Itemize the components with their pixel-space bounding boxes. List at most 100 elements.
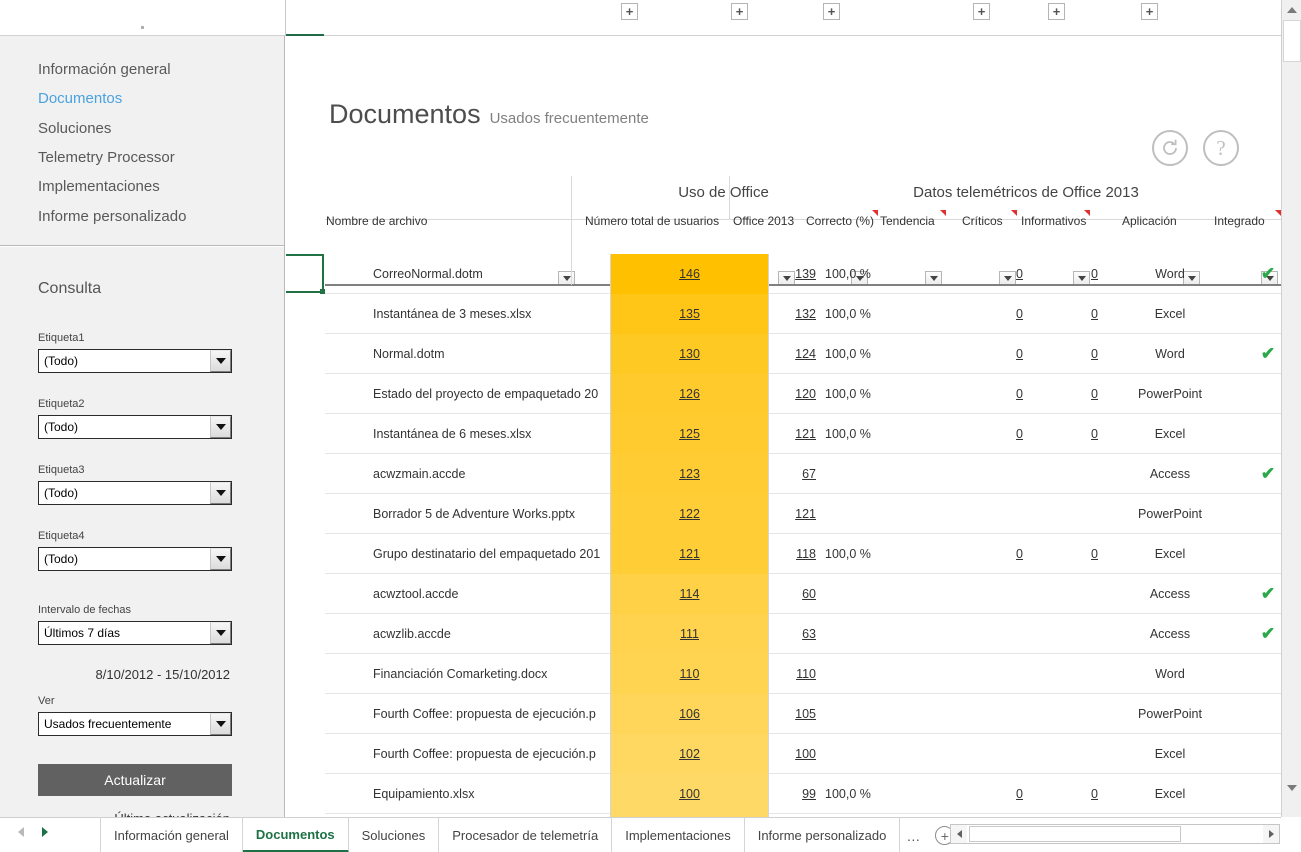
cell-office-2013[interactable]: 118 xyxy=(768,547,816,561)
sheet-prev-arrow-icon[interactable] xyxy=(18,827,24,837)
table-row[interactable]: Instantánea de 6 meses.xlsx 125 121 100,0 %… xyxy=(325,414,1281,454)
chevron-down-icon[interactable] xyxy=(210,548,231,570)
table-row[interactable]: acwztool.accde 114 60 Access ✔ xyxy=(325,574,1281,614)
select-etiqueta1[interactable]: (Todo) xyxy=(38,349,232,373)
table-row[interactable]: Fourth Coffee: propuesta de ejecución.p 1… xyxy=(325,694,1281,734)
cell-total-users[interactable]: 102 xyxy=(611,734,768,774)
cell-total-users[interactable]: 125 xyxy=(611,414,768,454)
outline-expand-button-3[interactable]: + xyxy=(823,3,840,20)
collapse-dot[interactable] xyxy=(141,26,144,29)
col-header-numero-total-de-usuarios[interactable]: Número total de usuarios xyxy=(585,214,719,228)
cell-office-2013[interactable]: 132 xyxy=(768,307,816,321)
col-header-criticos[interactable]: Críticos xyxy=(962,214,1003,228)
help-icon[interactable]: ? xyxy=(1203,130,1239,166)
select-etiqueta2[interactable]: (Todo) xyxy=(38,415,232,439)
cell-total-users[interactable]: 114 xyxy=(611,574,768,614)
horizontal-scroll-thumb[interactable] xyxy=(969,826,1181,842)
cell-informativos[interactable]: 0 xyxy=(1040,347,1098,361)
cell-office-2013[interactable]: 99 xyxy=(768,787,816,801)
scroll-down-button[interactable] xyxy=(1283,779,1301,797)
chevron-down-icon[interactable] xyxy=(210,622,231,644)
cell-informativos[interactable]: 0 xyxy=(1040,427,1098,441)
col-header-integrado[interactable]: Integrado xyxy=(1214,214,1265,228)
table-row[interactable]: Instantánea de 3 meses.xlsx 135 132 100,0 %… xyxy=(325,294,1281,334)
cell-informativos[interactable]: 0 xyxy=(1040,267,1098,281)
select-intervalo-de-fechas[interactable]: Últimos 7 días xyxy=(38,621,232,645)
cell-office-2013[interactable]: 121 xyxy=(768,427,816,441)
cell-office-2013[interactable]: 121 xyxy=(768,507,816,521)
cell-total-users[interactable]: 130 xyxy=(611,334,768,374)
col-header-informativos[interactable]: Informativos xyxy=(1021,214,1086,228)
col-header-aplicacion[interactable]: Aplicación xyxy=(1122,214,1177,228)
select-etiqueta4[interactable]: (Todo) xyxy=(38,547,232,571)
chevron-down-icon[interactable] xyxy=(210,416,231,438)
cell-total-users[interactable]: 146 xyxy=(611,254,768,294)
cell-office-2013[interactable]: 120 xyxy=(768,387,816,401)
cell-office-2013[interactable]: 139 xyxy=(768,267,816,281)
outline-expand-button-5[interactable]: + xyxy=(1048,3,1065,20)
actualizar-button[interactable]: Actualizar xyxy=(38,764,232,796)
table-row[interactable]: Equipamiento.xlsx 100 99 100,0 % 0 0 Excel xyxy=(325,774,1281,814)
vertical-scroll-thumb[interactable] xyxy=(1283,20,1301,62)
select-etiqueta3[interactable]: (Todo) xyxy=(38,481,232,505)
cell-office-2013[interactable]: 67 xyxy=(768,467,816,481)
col-header-tendencia[interactable]: Tendencia xyxy=(880,214,935,228)
table-row[interactable]: acwzlib.accde 111 63 Access ✔ xyxy=(325,614,1281,654)
cell-office-2013[interactable]: 63 xyxy=(768,627,816,641)
cell-criticos[interactable]: 0 xyxy=(965,427,1023,441)
cell-office-2013[interactable]: 124 xyxy=(768,347,816,361)
cell-informativos[interactable]: 0 xyxy=(1040,547,1098,561)
cell-total-users[interactable]: 110 xyxy=(611,654,768,694)
hscroll-right-button[interactable] xyxy=(1263,825,1279,843)
nav-item-documentos[interactable]: Documentos xyxy=(38,90,122,107)
cell-total-users[interactable]: 122 xyxy=(611,494,768,534)
sheet-tab-soluciones[interactable]: Soluciones xyxy=(349,818,440,852)
cell-criticos[interactable]: 0 xyxy=(965,387,1023,401)
hscroll-left-button[interactable] xyxy=(951,825,967,843)
table-row[interactable]: Borrador 5 de Adventure Works.pptx 122 121… xyxy=(325,494,1281,534)
sheet-tab-implementaciones[interactable]: Implementaciones xyxy=(612,818,745,852)
sheet-tabs-overflow-ellipsis[interactable]: … xyxy=(900,828,927,844)
cell-informativos[interactable]: 0 xyxy=(1040,387,1098,401)
col-header-nombre-de-archivo[interactable]: Nombre de archivo xyxy=(326,214,427,228)
cell-informativos[interactable]: 0 xyxy=(1040,307,1098,321)
outline-expand-button-4[interactable]: + xyxy=(973,3,990,20)
table-row[interactable]: Normal.dotm 130 124 100,0 % 0 0 Word ✔ xyxy=(325,334,1281,374)
select-ver[interactable]: Usados frecuentemente xyxy=(38,712,232,736)
fill-handle[interactable] xyxy=(320,289,325,294)
cell-total-users[interactable]: 100 xyxy=(611,774,768,814)
table-row[interactable]: Grupo destinatario del empaquetado 201 12… xyxy=(325,534,1281,574)
selected-cell[interactable] xyxy=(286,254,325,294)
vertical-scrollbar[interactable] xyxy=(1281,0,1301,817)
refresh-icon[interactable] xyxy=(1152,130,1188,166)
cell-office-2013[interactable]: 110 xyxy=(768,667,816,681)
chevron-down-icon[interactable] xyxy=(210,350,231,372)
nav-item-informacion-general[interactable]: Información general xyxy=(38,61,171,78)
cell-total-users[interactable]: 121 xyxy=(611,534,768,574)
cell-criticos[interactable]: 0 xyxy=(965,787,1023,801)
cell-criticos[interactable]: 0 xyxy=(965,267,1023,281)
table-row[interactable]: Financiación Comarketing.docx 110 110 Word xyxy=(325,654,1281,694)
chevron-down-icon[interactable] xyxy=(210,482,231,504)
cell-total-users[interactable]: 111 xyxy=(611,614,768,654)
nav-item-informe-personalizado[interactable]: Informe personalizado xyxy=(38,208,186,225)
scroll-up-button[interactable] xyxy=(1283,1,1301,19)
nav-item-implementaciones[interactable]: Implementaciones xyxy=(38,178,160,195)
sheet-tab-documentos[interactable]: Documentos xyxy=(242,818,349,852)
table-row[interactable]: CorreoNormal.dotm 146 139 100,0 % 0 0 Word ✔ xyxy=(325,254,1281,294)
horizontal-scrollbar[interactable] xyxy=(950,824,1280,844)
sheet-next-arrow-icon[interactable] xyxy=(42,827,48,837)
table-row[interactable]: Estado del proyecto de empaquetado 20 126… xyxy=(325,374,1281,414)
cell-criticos[interactable]: 0 xyxy=(965,547,1023,561)
cell-criticos[interactable]: 0 xyxy=(965,347,1023,361)
sheet-tab-procesador-de-telemetr-a[interactable]: Procesador de telemetría xyxy=(439,818,613,852)
cell-total-users[interactable]: 123 xyxy=(611,454,768,494)
sheet-tab-informe-personalizado[interactable]: Informe personalizado xyxy=(745,818,901,852)
cell-office-2013[interactable]: 100 xyxy=(768,747,816,761)
table-row[interactable]: acwzmain.accde 123 67 Access ✔ xyxy=(325,454,1281,494)
cell-total-users[interactable]: 106 xyxy=(611,694,768,734)
cell-office-2013[interactable]: 105 xyxy=(768,707,816,721)
outline-expand-button-1[interactable]: + xyxy=(621,3,638,20)
outline-expand-button-6[interactable]: + xyxy=(1141,3,1158,20)
col-header-office-2013[interactable]: Office 2013 xyxy=(733,214,794,228)
